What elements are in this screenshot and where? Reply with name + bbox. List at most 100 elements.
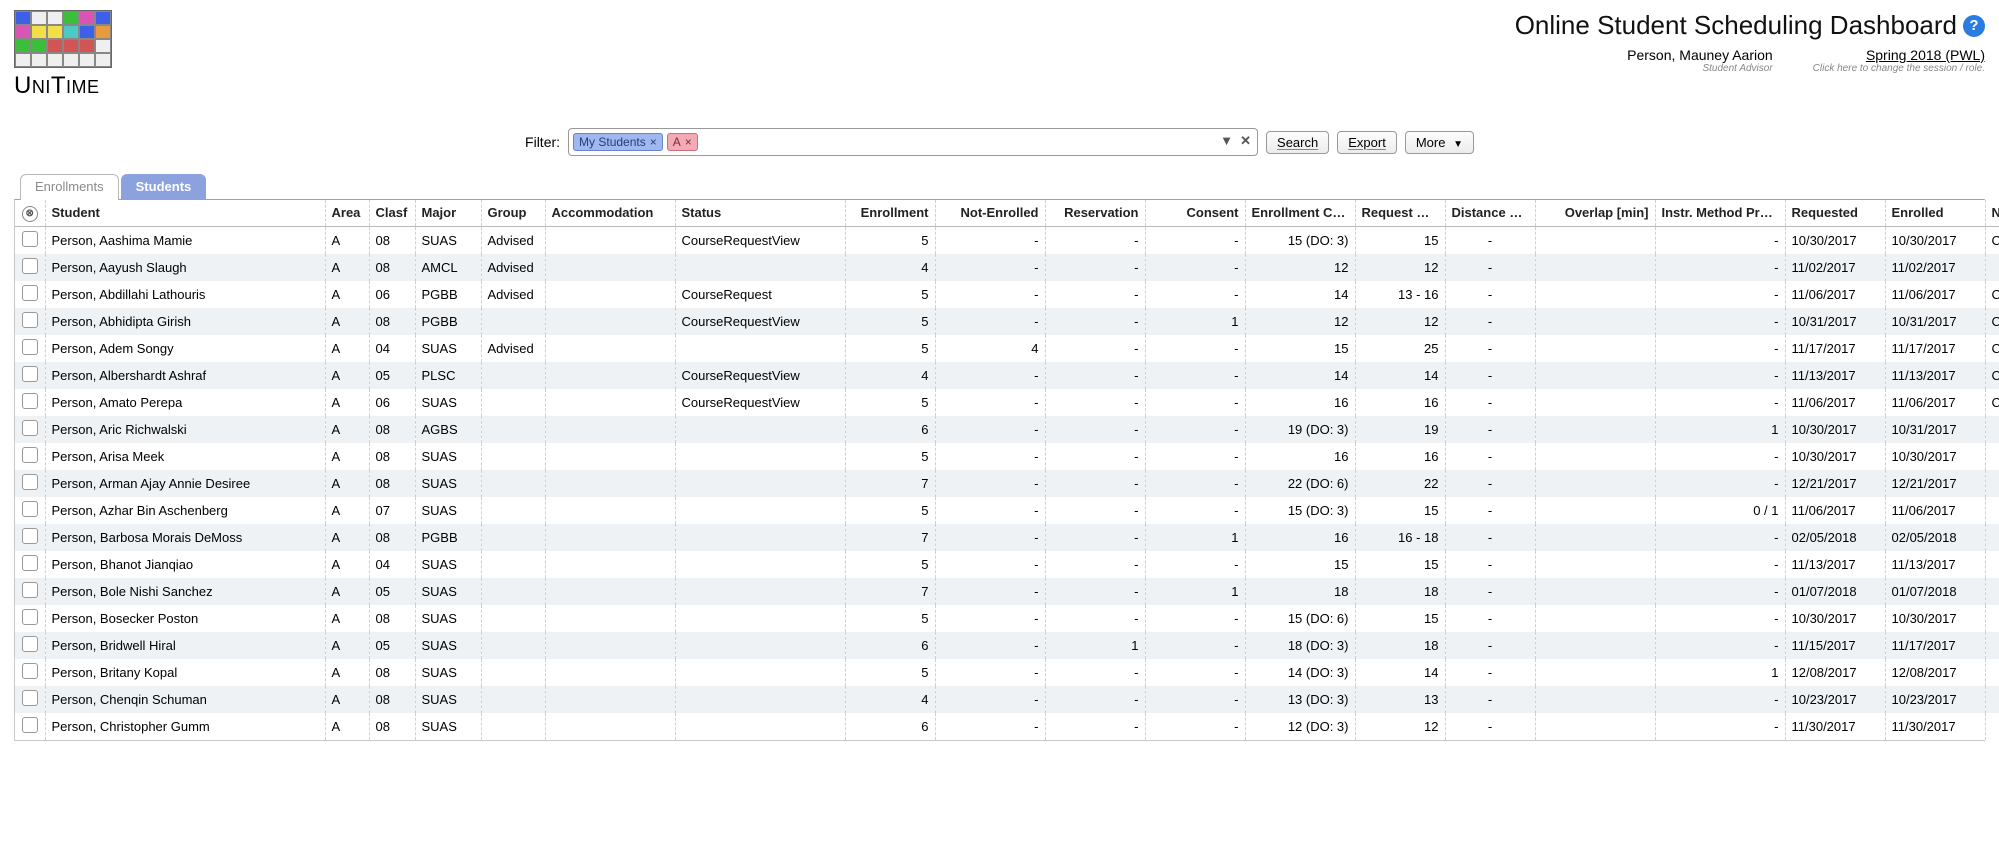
table-row[interactable]: Person, Adem SongyA04SUASAdvised54--1525… bbox=[15, 335, 1999, 362]
row-checkbox[interactable] bbox=[22, 366, 38, 382]
cell-status bbox=[675, 578, 845, 605]
cell-accommodation bbox=[545, 416, 675, 443]
table-row[interactable]: Person, Bridwell HiralA05SUAS6-1-18 (DO:… bbox=[15, 632, 1999, 659]
col-request-credit[interactable]: Request Credit bbox=[1355, 200, 1445, 226]
table-row[interactable]: Person, Abhidipta GirishA08PGBBCourseReq… bbox=[15, 308, 1999, 335]
more-button[interactable]: More ▼ bbox=[1405, 131, 1474, 154]
table-row[interactable]: Person, Britany KopalA08SUAS5---14 (DO: … bbox=[15, 659, 1999, 686]
table-row[interactable]: Person, Bhanot JianqiaoA04SUAS5---1515--… bbox=[15, 551, 1999, 578]
cell-group bbox=[481, 443, 545, 470]
cell-consent: - bbox=[1145, 362, 1245, 389]
close-icon[interactable]: × bbox=[650, 135, 657, 149]
cell-enrollment: 5 bbox=[845, 605, 935, 632]
table-row[interactable]: Person, Albershardt AshrafA05PLSCCourseR… bbox=[15, 362, 1999, 389]
row-checkbox[interactable] bbox=[22, 258, 38, 274]
row-checkbox[interactable] bbox=[22, 528, 38, 544]
cell-note bbox=[1985, 686, 1999, 713]
col-not-enrolled[interactable]: Not-Enrolled bbox=[935, 200, 1045, 226]
table-row[interactable]: Person, Aayush SlaughA08AMCLAdvised4---1… bbox=[15, 254, 1999, 281]
cell-enrolled: 02/05/2018 bbox=[1885, 524, 1985, 551]
col-enrollment-credit[interactable]: Enrollment Credit bbox=[1245, 200, 1355, 226]
table-row[interactable]: Person, Christopher GummA08SUAS6---12 (D… bbox=[15, 713, 1999, 740]
row-checkbox[interactable] bbox=[22, 474, 38, 490]
close-icon[interactable]: × bbox=[685, 135, 692, 149]
col-note[interactable]: Note bbox=[1985, 200, 1999, 226]
col-student[interactable]: Student bbox=[45, 200, 325, 226]
col-group[interactable]: Group bbox=[481, 200, 545, 226]
table-row[interactable]: Person, Chenqin SchumanA08SUAS4---13 (DO… bbox=[15, 686, 1999, 713]
col-accommodation[interactable]: Accommodation bbox=[545, 200, 675, 226]
row-checkbox[interactable] bbox=[22, 636, 38, 652]
row-checkbox[interactable] bbox=[22, 501, 38, 517]
cell-status: CourseRequestView bbox=[675, 308, 845, 335]
cell-group bbox=[481, 308, 545, 335]
table-row[interactable]: Person, Barbosa Morais DeMossA08PGBB7--1… bbox=[15, 524, 1999, 551]
col-requested[interactable]: Requested bbox=[1785, 200, 1885, 226]
table-row[interactable]: Person, Abdillahi LathourisA06PGBBAdvise… bbox=[15, 281, 1999, 308]
clear-icon[interactable]: ✕ bbox=[1240, 133, 1251, 149]
col-overlap[interactable]: Overlap [min] bbox=[1535, 200, 1655, 226]
tab-enrollments[interactable]: Enrollments bbox=[20, 174, 119, 200]
row-checkbox[interactable] bbox=[22, 663, 38, 679]
tab-students[interactable]: Students bbox=[121, 174, 207, 200]
cell-distance-conflicts: - bbox=[1445, 226, 1535, 254]
row-checkbox[interactable] bbox=[22, 393, 38, 409]
row-checkbox[interactable] bbox=[22, 690, 38, 706]
col-reservation[interactable]: Reservation bbox=[1045, 200, 1145, 226]
col-area[interactable]: Area bbox=[325, 200, 369, 226]
cell-distance-conflicts: - bbox=[1445, 713, 1535, 740]
row-checkbox[interactable] bbox=[22, 339, 38, 355]
cell-request-credit: 16 - 18 bbox=[1355, 524, 1445, 551]
cell-student: Person, Azhar Bin Aschenberg bbox=[45, 497, 325, 524]
table-row[interactable]: Person, Azhar Bin AschenbergA07SUAS5---1… bbox=[15, 497, 1999, 524]
table-row[interactable]: Person, Bosecker PostonA08SUAS5---15 (DO… bbox=[15, 605, 1999, 632]
close-all-icon[interactable]: ⊗ bbox=[22, 206, 38, 222]
table-row[interactable]: Person, Amato PerepaA06SUASCourseRequest… bbox=[15, 389, 1999, 416]
logo[interactable]: UNITIME bbox=[14, 10, 112, 100]
cell-requested: 11/02/2017 bbox=[1785, 254, 1885, 281]
export-button[interactable]: Export bbox=[1337, 131, 1397, 154]
cell-accommodation bbox=[545, 308, 675, 335]
col-enrollment[interactable]: Enrollment bbox=[845, 200, 935, 226]
search-button[interactable]: Search bbox=[1266, 131, 1329, 154]
row-checkbox[interactable] bbox=[22, 609, 38, 625]
col-distance-conflicts[interactable]: Distance Conflicts bbox=[1445, 200, 1535, 226]
cell-major: SUAS bbox=[415, 470, 481, 497]
row-checkbox[interactable] bbox=[22, 717, 38, 733]
col-major[interactable]: Major bbox=[415, 200, 481, 226]
table-row[interactable]: Person, Aashima MamieA08SUASAdvisedCours… bbox=[15, 226, 1999, 254]
table-row[interactable]: Person, Bole Nishi SanchezA05SUAS7--1181… bbox=[15, 578, 1999, 605]
cell-area: A bbox=[325, 659, 369, 686]
session-name[interactable]: Spring 2018 (PWL) bbox=[1813, 47, 1985, 63]
col-clasf[interactable]: Clasf bbox=[369, 200, 415, 226]
cell-request-credit: 12 bbox=[1355, 713, 1445, 740]
help-icon[interactable]: ? bbox=[1963, 15, 1985, 37]
cell-requested: 11/13/2017 bbox=[1785, 551, 1885, 578]
row-checkbox[interactable] bbox=[22, 555, 38, 571]
filter-input[interactable]: My Students × A × ▼ ✕ bbox=[568, 128, 1258, 156]
cell-clasf: 04 bbox=[369, 551, 415, 578]
cell-instr-method: 1 bbox=[1655, 659, 1785, 686]
col-status[interactable]: Status bbox=[675, 200, 845, 226]
cell-request-credit: 14 bbox=[1355, 659, 1445, 686]
col-instr-method[interactable]: Instr. Method Preferences bbox=[1655, 200, 1785, 226]
filter-chip-my-students[interactable]: My Students × bbox=[573, 133, 663, 151]
col-consent[interactable]: Consent bbox=[1145, 200, 1245, 226]
table-row[interactable]: Person, Arisa MeekA08SUAS5---1616--10/30… bbox=[15, 443, 1999, 470]
row-checkbox[interactable] bbox=[22, 285, 38, 301]
filter-chip-a[interactable]: A × bbox=[667, 133, 698, 151]
cell-student: Person, Bridwell Hiral bbox=[45, 632, 325, 659]
cell-major: PGBB bbox=[415, 308, 481, 335]
table-row[interactable]: Person, Arman Ajay Annie DesireeA08SUAS7… bbox=[15, 470, 1999, 497]
cell-distance-conflicts: - bbox=[1445, 605, 1535, 632]
row-checkbox[interactable] bbox=[22, 420, 38, 436]
chevron-down-icon[interactable]: ▼ bbox=[1220, 133, 1233, 148]
row-checkbox[interactable] bbox=[22, 231, 38, 247]
row-checkbox[interactable] bbox=[22, 312, 38, 328]
col-enrolled[interactable]: Enrolled bbox=[1885, 200, 1985, 226]
user-name[interactable]: Person, Mauney Aarion bbox=[1627, 47, 1773, 63]
cell-area: A bbox=[325, 226, 369, 254]
row-checkbox[interactable] bbox=[22, 447, 38, 463]
table-row[interactable]: Person, Aric RichwalskiA08AGBS6---19 (DO… bbox=[15, 416, 1999, 443]
row-checkbox[interactable] bbox=[22, 582, 38, 598]
